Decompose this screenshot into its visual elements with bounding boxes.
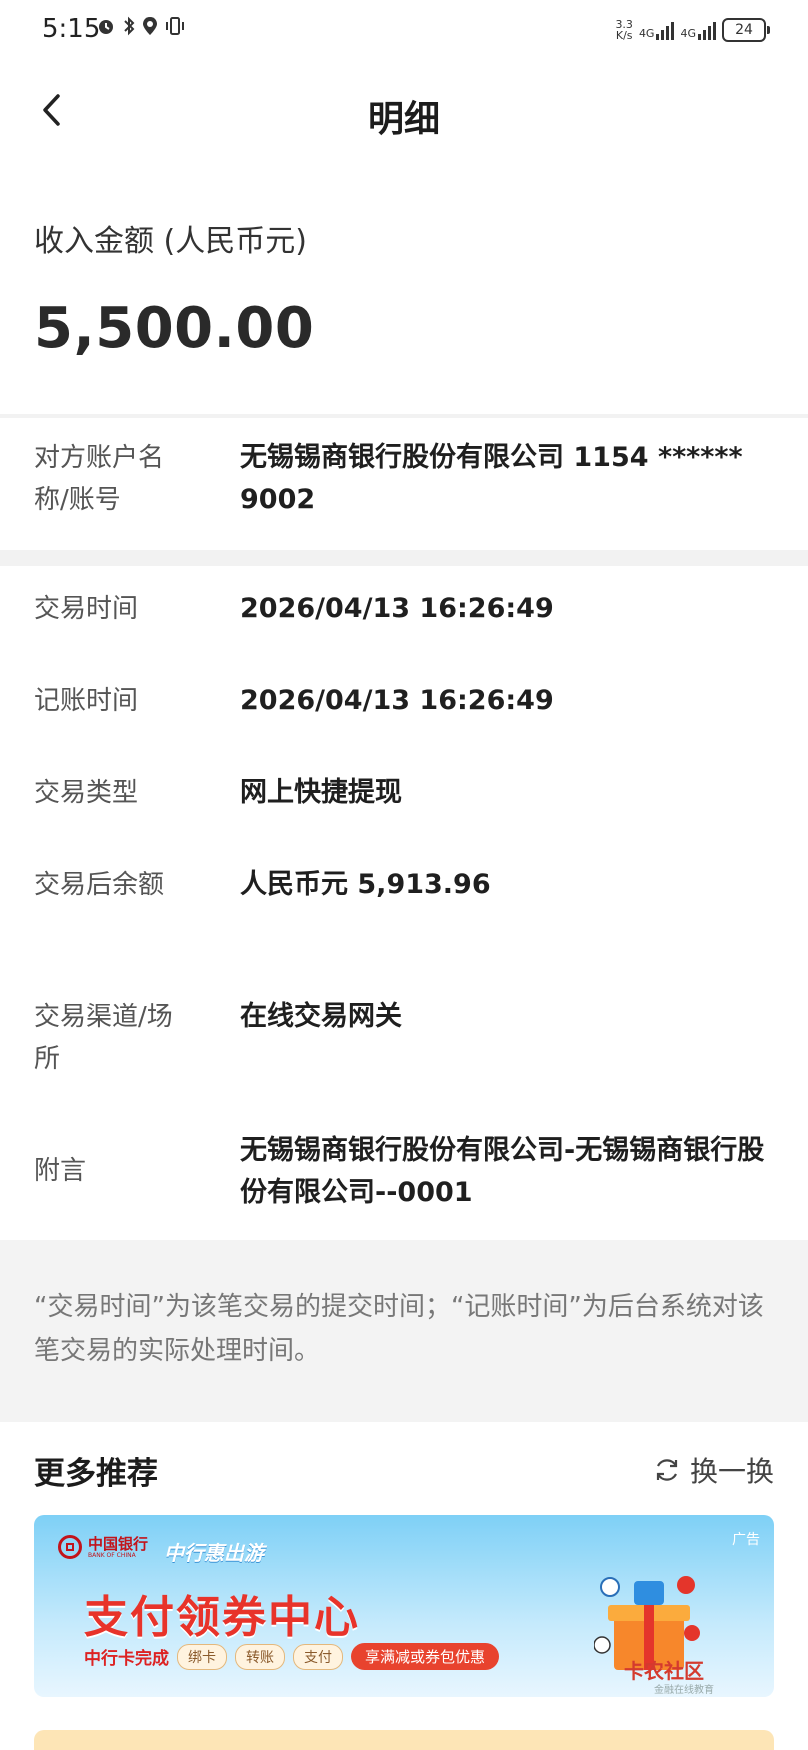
chip-bind-card: 绑卡: [177, 1643, 227, 1670]
recommend-title: 更多推荐: [34, 1456, 158, 1492]
refresh-label: 换一换: [689, 1455, 774, 1488]
chip-lead: 中行卡完成: [84, 1649, 169, 1669]
balance-label: 交易后余额: [34, 870, 165, 900]
note-text: “交易时间”为该笔交易的提交时间；“记账时间”为后台系统对该笔交易的实际处理时间…: [34, 1292, 764, 1366]
network-speed: 3.3 K/s: [615, 18, 633, 42]
counterparty-label: 对方账户名称/账号: [34, 443, 165, 515]
vibrate-icon: [166, 17, 184, 35]
signal-bars-icon: [656, 20, 675, 40]
counterparty-value: 无锡锡商银行股份有限公司 1154 ****** 9002: [240, 442, 743, 515]
watermark-text: 卡农社区: [624, 1659, 704, 1683]
alarm-icon: [99, 20, 113, 34]
amount-value: 5,500.00: [34, 296, 315, 361]
watermark-subtext: 金融在线教育: [654, 1685, 714, 1696]
trade-time-label: 交易时间: [34, 594, 139, 624]
memo-label: 附言: [34, 1156, 87, 1186]
location-icon: [143, 17, 157, 35]
signal-bars-icon: [698, 20, 716, 40]
next-recommend-card[interactable]: [34, 1730, 774, 1750]
status-time: 5:15: [42, 14, 101, 44]
battery-icon: 24: [722, 18, 770, 42]
refresh-button[interactable]: 换一换: [652, 1450, 774, 1490]
chip-highlight: 享满减或券包优惠: [351, 1643, 500, 1670]
status-right: 3.3 K/s 4G 4G 24: [615, 18, 770, 42]
signal-2: 4G: [680, 20, 716, 40]
boc-logo-icon: [58, 1535, 82, 1559]
channel-label: 交易渠道/场所: [34, 1002, 173, 1074]
chip-transfer: 转账: [235, 1643, 285, 1670]
boc-logo: 中国银行 BANK OF CHINA: [58, 1535, 148, 1559]
amount-label: 收入金额 (人民币元): [34, 224, 307, 259]
banner-title: 支付领券中心: [84, 1592, 360, 1643]
banner-chips: 中行卡完成 绑卡 转账 支付 享满减或券包优惠: [84, 1643, 500, 1670]
chip-pay: 支付: [293, 1643, 343, 1670]
balance-value: 人民币元 5,913.96: [240, 869, 491, 900]
bank-name-en: BANK OF CHINA: [88, 1551, 136, 1559]
bank-name: 中国银行: [88, 1534, 149, 1553]
booking-time-label: 记账时间: [34, 686, 139, 716]
channel-value: 在线交易网关: [240, 1001, 402, 1032]
trade-type-value: 网上快捷提现: [240, 777, 402, 808]
trade-time-value: 2026/04/13 16:26:49: [240, 593, 554, 624]
memo-value: 无锡锡商银行股份有限公司-无锡锡商银行股份有限公司--0001: [240, 1135, 765, 1208]
signal-1: 4G: [639, 20, 675, 40]
promo-subbrand: 中行惠出游: [164, 1541, 264, 1565]
ad-tag: 广告: [732, 1532, 760, 1548]
trade-type-label: 交易类型: [34, 778, 139, 808]
bluetooth-icon: [124, 16, 135, 36]
refresh-icon: [656, 1459, 678, 1481]
status-icons: [96, 16, 186, 36]
booking-time-value: 2026/04/13 16:26:49: [240, 685, 554, 716]
page-title: 明细: [367, 99, 440, 140]
section-divider: [0, 550, 808, 566]
promo-banner[interactable]: 广告 中国银行 BANK OF CHINA 中行惠出游 支付领券中心 中行卡完成…: [34, 1515, 774, 1697]
divider: [0, 414, 808, 418]
